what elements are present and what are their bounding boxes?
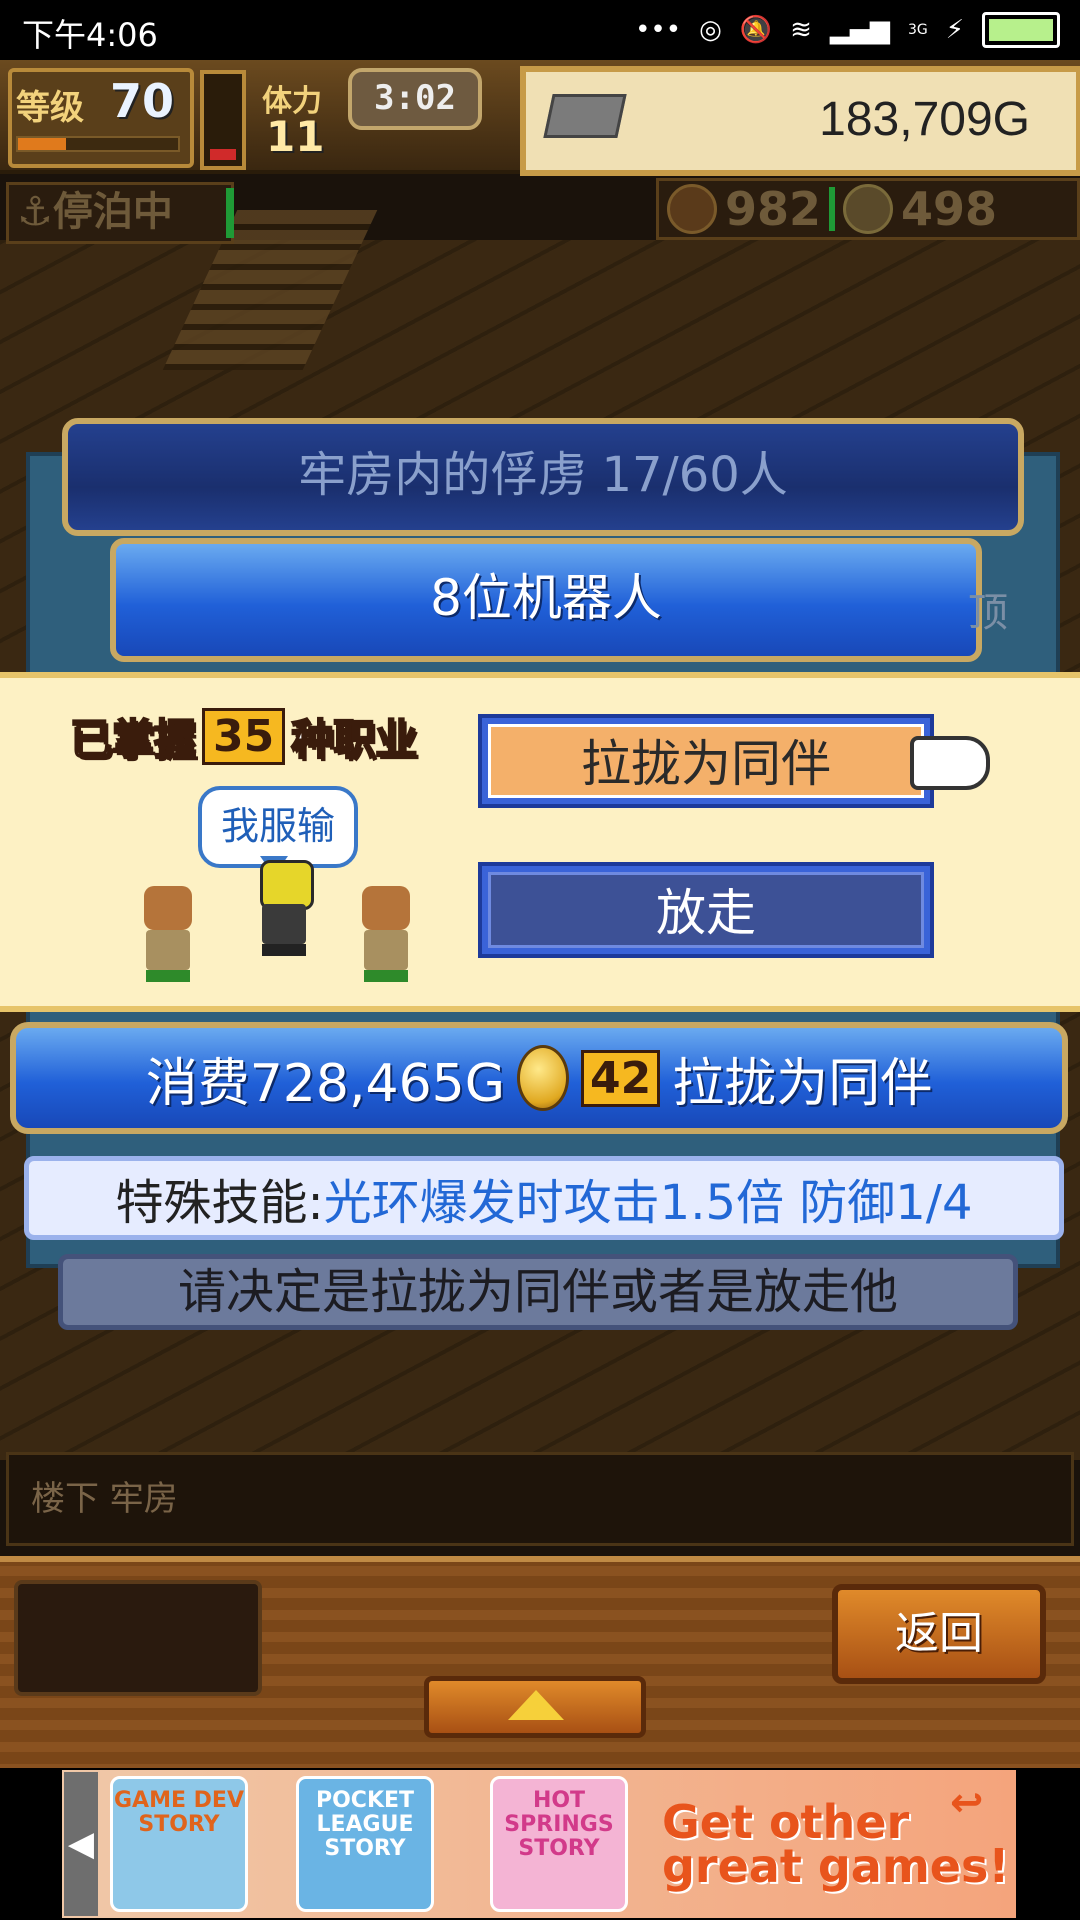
red-gauge-fill: [210, 149, 236, 160]
side-text: 顶: [968, 590, 1008, 636]
signal-icon: ▂▄▆: [829, 15, 890, 45]
prison-title: 牢房内的俘虏 17/60人: [62, 418, 1024, 536]
guard-body: [146, 930, 190, 970]
anchor-status: ⚓停泊中: [6, 182, 234, 244]
level-label: 等级: [16, 88, 84, 128]
coin-count: 42: [581, 1049, 661, 1107]
up-arrow-icon: [508, 1690, 564, 1720]
release-button-label: 放走: [488, 872, 924, 948]
cost-action: 拉拢为同伴: [672, 1053, 933, 1114]
special-skill: 特殊技能: 光环爆发时攻击1.5倍 防御1/4: [24, 1156, 1064, 1240]
hotspot-icon: ◎: [699, 15, 722, 45]
red-gauge: [200, 70, 246, 170]
ad-tile-gamedev[interactable]: GAME DEV STORY: [110, 1776, 248, 1912]
status-indicator: [226, 188, 234, 238]
level-value: 70: [110, 74, 175, 128]
recruit-button[interactable]: 拉拢为同伴: [478, 714, 934, 808]
skill-label: 特殊技能:: [115, 1175, 324, 1231]
guard-head: [362, 886, 410, 930]
guard-feet: [146, 970, 190, 982]
ad-tile-pocket-league[interactable]: POCKET LEAGUE STORY: [296, 1776, 434, 1912]
anchor-icon: ⚓: [17, 189, 53, 235]
skill-value: 光环爆发时攻击1.5倍 防御1/4: [323, 1175, 973, 1231]
status-icons: ••• ◎ 🔕 ≋ ▂▄▆ 3G ⚡: [635, 12, 1060, 48]
guard-sprite-left: [132, 886, 204, 982]
mastered-jobs: 已掌握 35 种职业: [69, 706, 418, 767]
ad-refresh-icon: ↩: [950, 1780, 984, 1826]
gold-value: 183,709G: [819, 93, 1030, 146]
selected-robot-group[interactable]: 8位机器人: [110, 538, 982, 662]
ad-prev-icon[interactable]: ◀: [64, 1772, 98, 1916]
guard-feet: [364, 970, 408, 982]
robot-body: [262, 904, 306, 944]
medal-icon: [843, 184, 894, 234]
stamina-value: 11: [266, 112, 325, 161]
cost-text: 消费728,465G: [145, 1053, 506, 1114]
location-bar: 楼下 牢房: [6, 1452, 1074, 1546]
mastered-count: 35: [202, 708, 286, 765]
anchor-status-label: 停泊中: [52, 189, 173, 235]
guard-body: [364, 930, 408, 970]
pointer-hand-icon: [910, 736, 990, 790]
robot-prisoner-sprite: [248, 860, 320, 956]
coin-icon: [517, 1045, 570, 1111]
robot-head: [260, 860, 314, 910]
status-bar: 下午4:06 ••• ◎ 🔕 ≋ ▂▄▆ 3G ⚡: [0, 0, 1080, 60]
mute-icon: 🔕: [739, 15, 773, 45]
guard-head: [144, 886, 192, 930]
divider: [829, 187, 836, 231]
ad-tile-hot-springs[interactable]: HOT SPRINGS STORY: [490, 1776, 628, 1912]
timer: 3:02: [348, 68, 482, 130]
guard-sprite-right: [350, 886, 422, 982]
network-label: 3G: [907, 22, 928, 38]
resources-panel: 982 498: [656, 178, 1080, 240]
recruit-button-label: 拉拢为同伴: [488, 724, 924, 798]
decision-prompt: 请决定是拉拢为同伴或者是放走他: [58, 1254, 1018, 1330]
mastered-suffix: 种职业: [290, 714, 418, 765]
medal-value: 498: [901, 182, 998, 236]
charging-icon: ⚡: [945, 15, 964, 45]
recruit-cost-button[interactable]: 消费728,465G 42 拉拢为同伴: [10, 1022, 1068, 1134]
robot-feet: [262, 944, 306, 956]
battery-icon: [982, 12, 1060, 48]
level-progress-bar: [16, 136, 180, 152]
clock: 下午4:06: [22, 16, 158, 54]
food-icon: [667, 184, 717, 234]
release-button[interactable]: 放走: [478, 862, 934, 958]
more-icon: •••: [635, 15, 682, 45]
ad-tagline-line2: great games!: [662, 1839, 1010, 1893]
empty-slot: [14, 1580, 262, 1696]
gold-bar-icon: [543, 94, 627, 138]
wifi-icon: ≋: [790, 15, 812, 45]
mastered-prefix: 已掌握: [69, 714, 197, 765]
level-progress-fill: [18, 138, 66, 150]
back-button[interactable]: 返回: [832, 1584, 1046, 1684]
food-value: 982: [725, 182, 822, 236]
